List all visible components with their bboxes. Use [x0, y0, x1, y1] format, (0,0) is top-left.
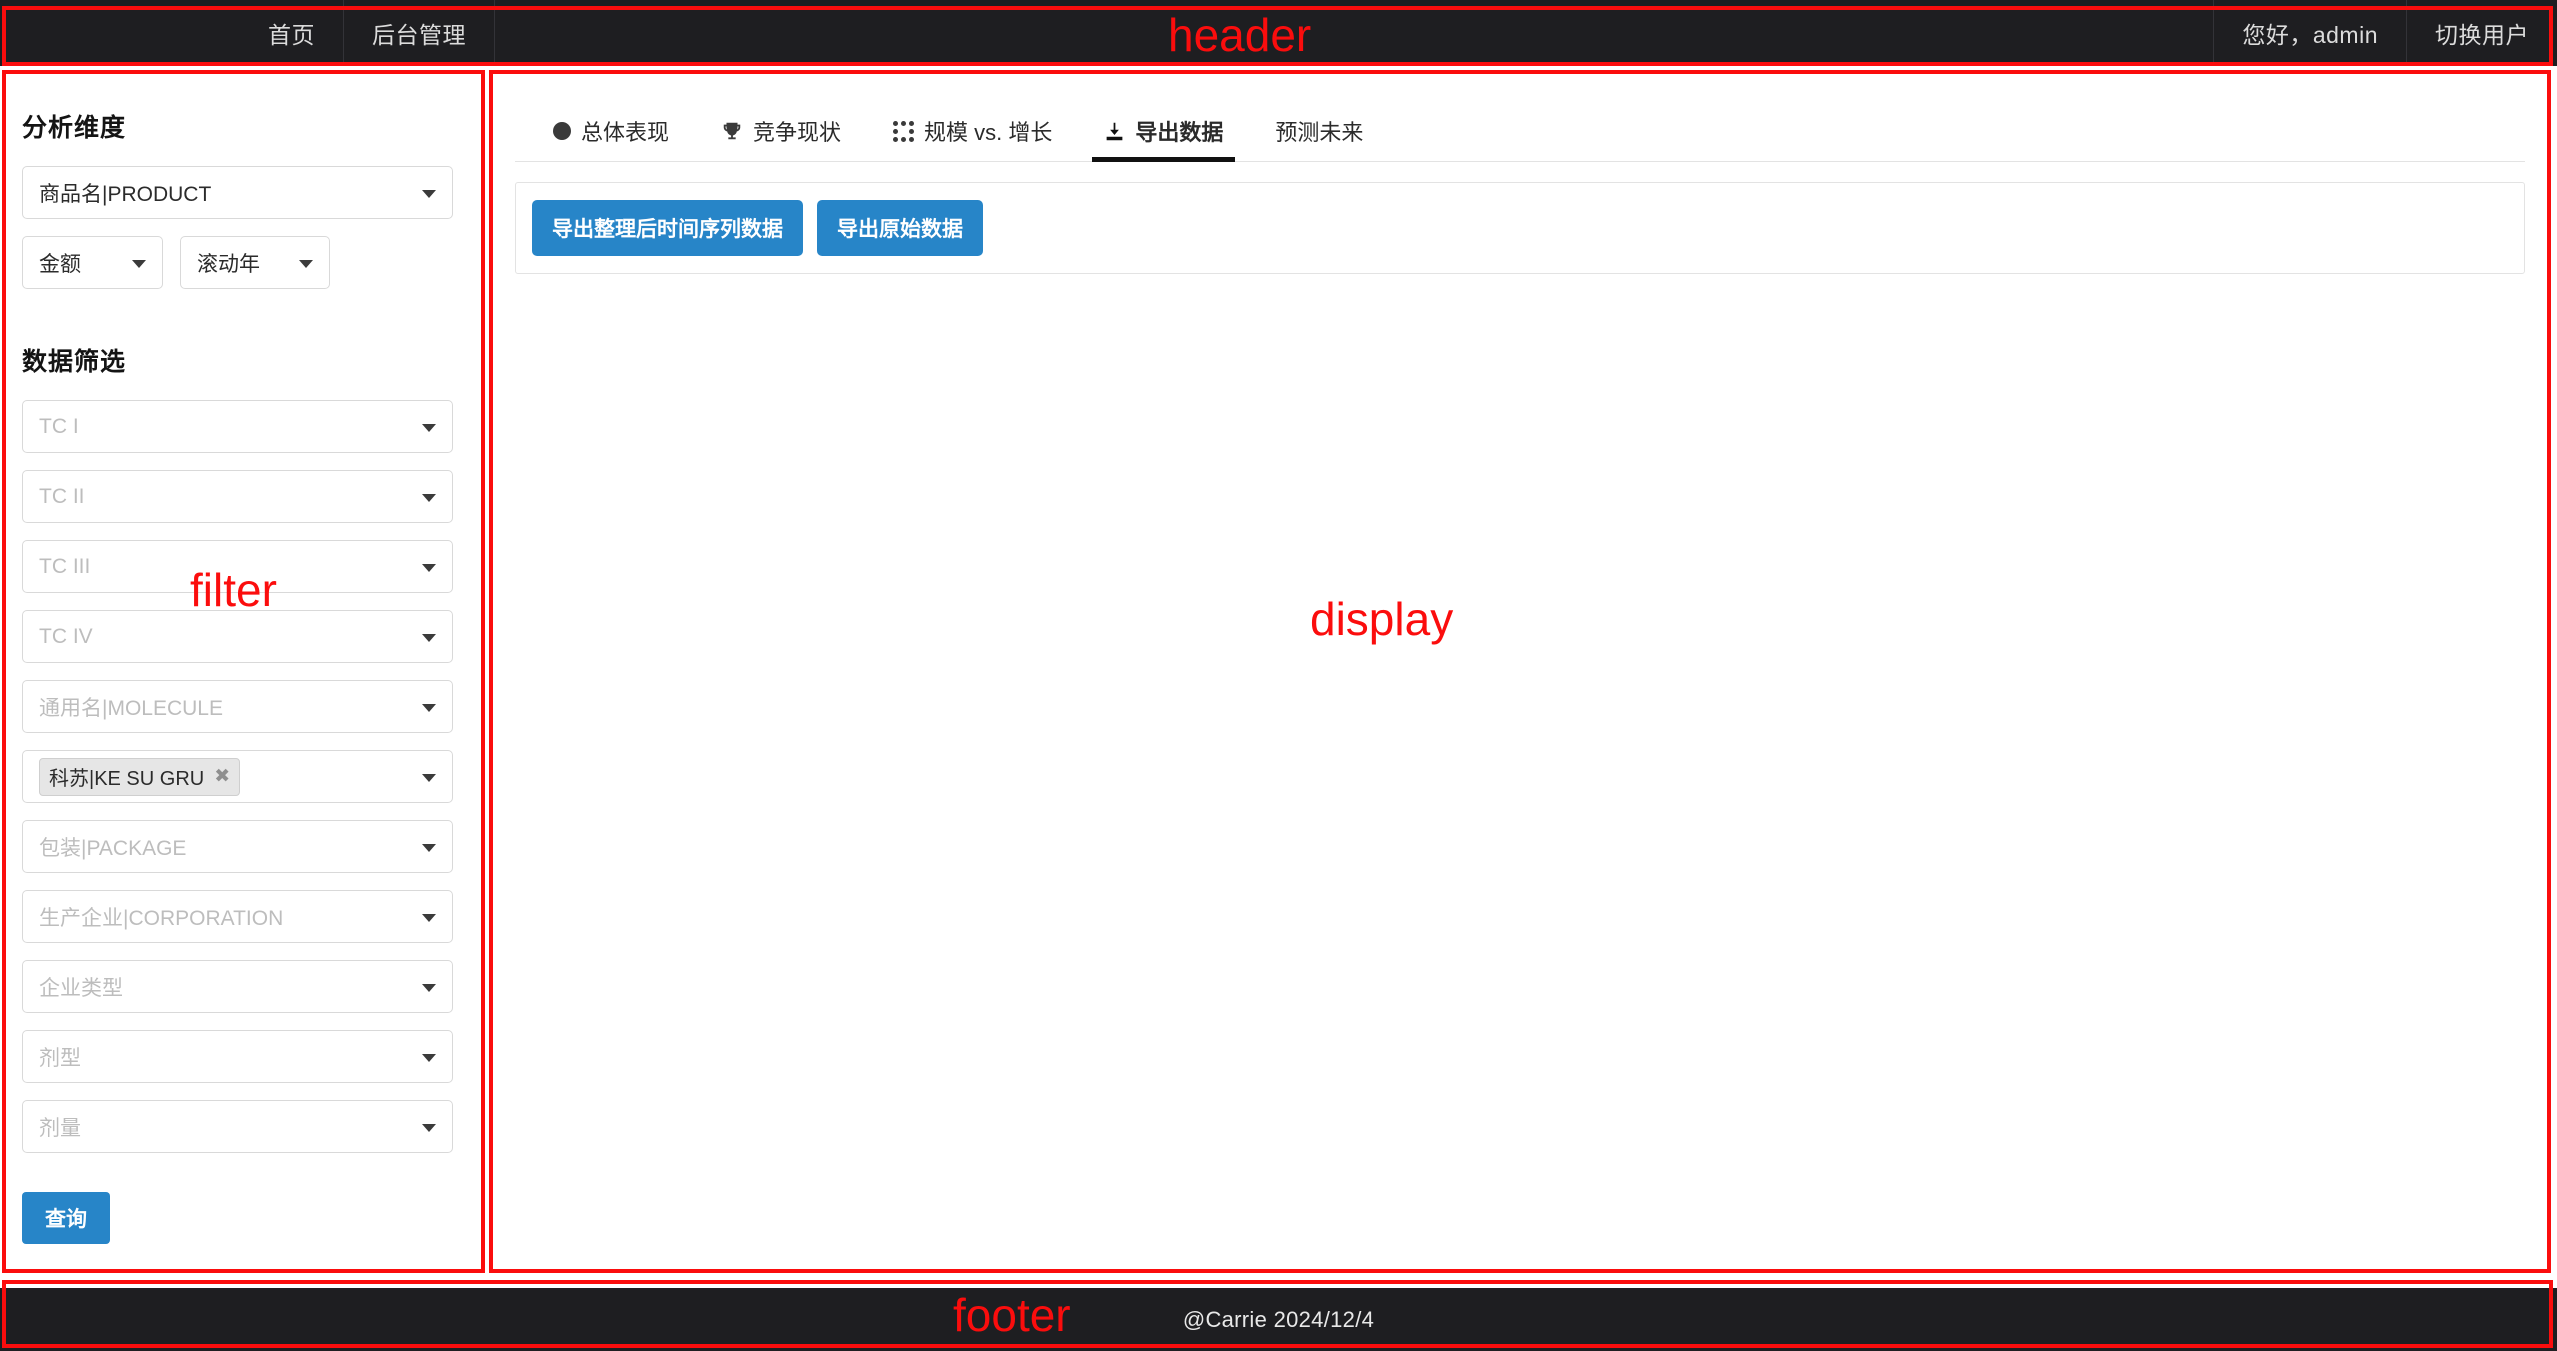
chevron-down-icon: [422, 189, 436, 198]
filter-panel: 分析维度 商品名|PRODUCT 金额 滚动年 数据筛选 TC I TC II …: [0, 66, 483, 1281]
filter-select-tc4-placeholder: TC IV: [39, 624, 93, 648]
query-button[interactable]: 查询: [22, 1192, 110, 1244]
filter-select-tc1[interactable]: TC I: [22, 400, 453, 453]
chevron-down-icon: [422, 493, 436, 502]
filled-circle-icon: [553, 122, 571, 140]
export-raw-button[interactable]: 导出原始数据: [817, 200, 983, 256]
chevron-down-icon: [422, 913, 436, 922]
tab-scale-vs-growth[interactable]: 规模 vs. 增长: [867, 115, 1078, 161]
export-panel: 导出整理后时间序列数据 导出原始数据: [515, 182, 2525, 274]
user-greeting-label: 您好，admin: [2242, 22, 2378, 48]
filter-select-company-type-placeholder: 企业类型: [39, 976, 123, 1000]
nav-item-admin-label: 后台管理: [372, 22, 466, 48]
tab-overall-performance-label: 总体表现: [581, 120, 670, 145]
page-footer: @Carrie 2024/12/4: [0, 1288, 2557, 1351]
filter-select-tc2[interactable]: TC II: [22, 470, 453, 523]
dimension-period-value: 滚动年: [197, 252, 260, 276]
filter-select-dosage-placeholder: 剂量: [39, 1116, 81, 1140]
tab-scale-vs-growth-label: 规模 vs. 增长: [924, 120, 1053, 145]
footer-credit: @Carrie 2024/12/4: [1182, 1306, 1375, 1332]
filter-select-package-placeholder: 包装|PACKAGE: [39, 836, 187, 860]
chevron-down-icon: [422, 1123, 436, 1132]
chevron-down-icon: [422, 773, 436, 782]
data-filter-title: 数据筛选: [22, 348, 127, 376]
nav-item-admin[interactable]: 后台管理: [344, 0, 495, 66]
tab-overall-performance[interactable]: 总体表现: [527, 115, 695, 161]
top-navbar: 首页 后台管理 您好，admin 切换用户: [0, 0, 2557, 66]
chevron-down-icon: [422, 983, 436, 992]
dimension-product-select[interactable]: 商品名|PRODUCT: [22, 166, 453, 219]
filter-select-tc1-placeholder: TC I: [39, 414, 79, 438]
filter-select-package[interactable]: 包装|PACKAGE: [22, 820, 453, 873]
filter-select-dosage[interactable]: 剂量: [22, 1100, 453, 1153]
display-panel: 总体表现 竞争现状 规模 vs. 增长 导出数据 预测未来 导出整理后时间序列数…: [489, 72, 2551, 1275]
tab-export-data-label: 导出数据: [1135, 120, 1224, 145]
filter-select-company-type[interactable]: 企业类型: [22, 960, 453, 1013]
tab-forecast-future-label: 预测未来: [1275, 120, 1364, 145]
switch-user-button[interactable]: 切换用户: [2406, 0, 2557, 66]
scatter-dots-icon: [893, 120, 915, 142]
dimension-metric-value: 金额: [39, 252, 81, 276]
export-timeseries-button[interactable]: 导出整理后时间序列数据: [532, 200, 803, 256]
filter-select-corporation-placeholder: 生产企业|CORPORATION: [39, 906, 284, 930]
chevron-down-icon: [299, 259, 313, 268]
user-greeting: 您好，admin: [2213, 0, 2406, 66]
filter-select-tc3[interactable]: TC III: [22, 540, 453, 593]
chevron-down-icon: [422, 423, 436, 432]
tab-competition[interactable]: 竞争现状: [695, 115, 867, 161]
chevron-down-icon: [422, 1053, 436, 1062]
trophy-icon: [721, 120, 743, 142]
filter-select-molecule[interactable]: 通用名|MOLECULE: [22, 680, 453, 733]
switch-user-label: 切换用户: [2435, 22, 2529, 48]
chevron-down-icon: [422, 633, 436, 642]
analysis-dimension-title: 分析维度: [22, 114, 127, 142]
dimension-row: 金额 滚动年: [22, 236, 453, 306]
chevron-down-icon: [422, 563, 436, 572]
body-wrapper: 分析维度 商品名|PRODUCT 金额 滚动年 数据筛选 TC I TC II …: [0, 66, 2557, 1281]
download-icon: [1104, 121, 1125, 142]
filter-select-tc3-placeholder: TC III: [39, 554, 91, 578]
chevron-down-icon: [422, 703, 436, 712]
tab-export-data[interactable]: 导出数据: [1078, 115, 1249, 162]
selected-tag: 科苏|KE SU GRU ✖: [39, 757, 241, 796]
tab-forecast-future[interactable]: 预测未来: [1249, 115, 1389, 161]
filter-select-dosage-form[interactable]: 剂型: [22, 1030, 453, 1083]
filter-select-molecule-placeholder: 通用名|MOLECULE: [39, 696, 223, 720]
dimension-product-value: 商品名|PRODUCT: [39, 182, 212, 206]
dimension-metric-select[interactable]: 金额: [22, 236, 163, 289]
filter-select-tc4[interactable]: TC IV: [22, 610, 453, 663]
tab-bar: 总体表现 竞争现状 规模 vs. 增长 导出数据 预测未来: [515, 106, 2525, 162]
filter-select-dosage-form-placeholder: 剂型: [39, 1046, 81, 1070]
chevron-down-icon: [422, 843, 436, 852]
selected-tag-label: 科苏|KE SU GRU: [49, 767, 205, 790]
dimension-period-select[interactable]: 滚动年: [180, 236, 330, 289]
tag-remove-icon[interactable]: ✖: [214, 767, 230, 786]
nav-item-home[interactable]: 首页: [240, 0, 344, 66]
app-root: 首页 后台管理 您好，admin 切换用户 分析维度 商品名|PRODUCT 金…: [0, 0, 2557, 1351]
nav-item-home-label: 首页: [268, 22, 315, 48]
navbar-left-spacer: [0, 0, 240, 66]
chevron-down-icon: [132, 259, 146, 268]
filter-select-brand[interactable]: 科苏|KE SU GRU ✖: [22, 750, 453, 803]
tab-competition-label: 竞争现状: [753, 120, 842, 145]
filter-select-corporation[interactable]: 生产企业|CORPORATION: [22, 890, 453, 943]
filter-select-tc2-placeholder: TC II: [39, 484, 85, 508]
navbar-middle-spacer: [495, 0, 2213, 66]
navbar-right-group: 您好，admin 切换用户: [2213, 0, 2557, 66]
